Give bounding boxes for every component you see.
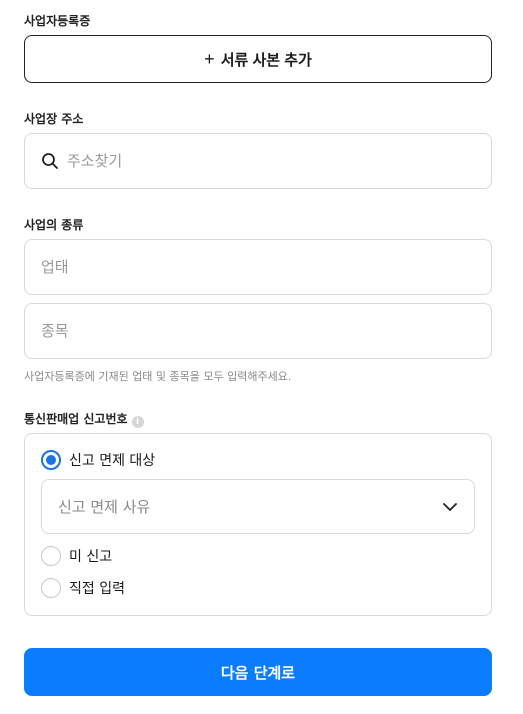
exemption-reason-select[interactable]: 신고 면제 사유 [41,479,475,534]
exemption-reason-placeholder: 신고 면제 사유 [58,498,151,516]
radio-button-unchecked[interactable] [41,546,61,566]
business-type-label: 사업의 종류 [24,218,84,232]
business-category-field[interactable] [24,239,492,295]
business-item-field[interactable] [24,303,492,359]
radio-option-exempt[interactable]: 신고 면제 대상 [41,450,155,470]
business-item-input[interactable] [41,322,475,340]
radio-option-not-reported-label: 미 신고 [69,549,113,565]
radio-button-checked[interactable] [41,450,61,470]
plus-icon: + [204,49,215,69]
radio-option-direct-input-label: 직접 입력 [69,581,125,597]
business-category-input[interactable] [41,258,475,276]
address-search-field[interactable] [24,133,492,189]
address-label: 사업장 주소 [24,112,84,126]
business-type-helper-text: 사업자등록증에 기재된 업태 및 종목을 모두 입력해주세요. [24,370,292,383]
address-search-input[interactable] [67,152,475,170]
radio-button-unchecked[interactable] [41,578,61,598]
mail-order-options-box: 신고 면제 대상 신고 면제 사유 미 신고 직접 입력 [24,433,492,616]
add-document-copy-label: 서류 사본 추가 [220,51,312,69]
radio-option-direct-input[interactable]: 직접 입력 [41,578,125,598]
chevron-down-icon [443,502,457,511]
next-step-button[interactable]: 다음 단계로 [24,648,492,696]
mail-order-label-text: 통신판매업 신고번호 [24,412,128,426]
search-icon [42,153,58,169]
radio-option-not-reported[interactable]: 미 신고 [41,546,112,566]
info-icon[interactable]: i [131,416,144,428]
mail-order-label: 통신판매업 신고번호 i [24,410,144,428]
radio-option-exempt-label: 신고 면제 대상 [69,453,156,469]
add-document-copy-button[interactable]: + 서류 사본 추가 [24,35,492,83]
registration-label: 사업자등록증 [24,14,91,28]
